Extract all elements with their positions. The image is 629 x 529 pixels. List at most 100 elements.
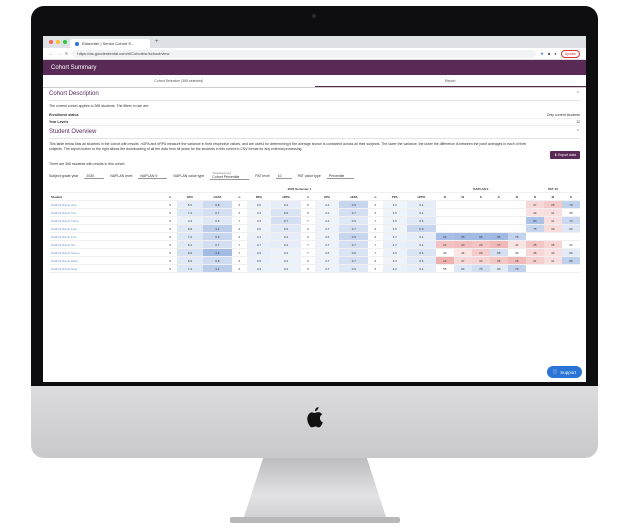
- filter-row: Year Levels 12: [49, 119, 580, 126]
- column-header[interactable]: nEPA: [339, 192, 369, 201]
- pat-level-label: PAT level: [255, 174, 270, 178]
- column-header[interactable]: RPA: [246, 192, 272, 201]
- table-cell: 7.0: [177, 232, 203, 241]
- table-cell: 63: [453, 264, 472, 273]
- table-cell: 7: [232, 248, 247, 257]
- column-header[interactable]: nRPA: [271, 192, 301, 201]
- column-header[interactable]: R: [525, 192, 544, 201]
- url-field[interactable]: https://as.gooderdental.com/rl/Cohort/sr…: [72, 49, 537, 58]
- column-header[interactable]: R: [435, 192, 454, 201]
- table-cell: 0.4: [271, 240, 301, 249]
- support-button[interactable]: ⓘ Support: [546, 366, 582, 378]
- table-cell: 5: [368, 264, 383, 273]
- student-name-link[interactable]: Student Name Four: [49, 224, 163, 233]
- table-cell: 3.3: [246, 216, 272, 225]
- favicon-icon: [75, 41, 79, 46]
- column-header[interactable]: n: [163, 192, 178, 201]
- table-cell: 6: [232, 232, 247, 241]
- column-header[interactable]: W: [453, 192, 472, 201]
- table-cell: 6: [163, 240, 178, 249]
- naplan-type-select[interactable]: Comparison type Cohort Percentile: [210, 172, 250, 180]
- export-data-button[interactable]: ⬇ Export data: [550, 151, 580, 159]
- table-cell: [507, 216, 526, 225]
- column-header[interactable]: nGPA: [202, 192, 233, 201]
- table-cell: 4.3: [246, 264, 272, 273]
- table-row: Student Name Nine 5 7.2 1.1 5 4.3 0.3 5 3.7 0.5 5 4…: [49, 264, 580, 273]
- table-cell: 3.2: [314, 208, 340, 217]
- student-name-link[interactable]: Student Name Nine: [49, 264, 163, 273]
- overview-description: This table below lists all students in t…: [49, 142, 527, 151]
- student-name-link[interactable]: Student Name Six: [49, 240, 163, 249]
- table-cell: 60: [489, 264, 508, 273]
- column-header[interactable]: Student: [49, 192, 163, 201]
- table-cell: 4.9: [246, 248, 272, 257]
- table-cell: 6: [300, 224, 315, 233]
- column-header[interactable]: G: [489, 192, 508, 201]
- table-cell: 26: [489, 256, 508, 265]
- camera: [312, 14, 316, 18]
- table-cell: 6: [300, 256, 315, 265]
- column-header[interactable]: N: [507, 192, 526, 201]
- cohort-description-header[interactable]: Cohort Description ⌃: [49, 88, 580, 101]
- chevron-up-icon[interactable]: ⌃: [576, 129, 580, 135]
- pat-type-select[interactable]: Percentile: [326, 174, 355, 179]
- table-cell: 0.3: [271, 256, 301, 265]
- student-name-link[interactable]: Student Name Two: [49, 208, 163, 217]
- column-header[interactable]: n: [232, 192, 247, 201]
- browser-tab[interactable]: Edmonter | Senior Cohort S...: [70, 39, 150, 48]
- table-cell: [507, 224, 526, 233]
- table-cell: 4.1: [246, 232, 272, 241]
- semester-header: 2020 Semester 1: [163, 185, 436, 193]
- reload-icon[interactable]: ↻: [65, 51, 68, 56]
- profile-icon[interactable]: ●: [554, 51, 556, 56]
- new-tab-button[interactable]: +: [155, 39, 159, 45]
- back-icon[interactable]: ←: [49, 51, 53, 56]
- forward-icon[interactable]: →: [57, 51, 61, 56]
- column-header[interactable]: n: [300, 192, 315, 201]
- maximize-window-button[interactable]: [63, 40, 67, 44]
- column-header[interactable]: n: [368, 192, 383, 201]
- star-icon[interactable]: ★: [540, 51, 544, 56]
- chevron-up-icon[interactable]: ⌃: [576, 91, 580, 97]
- table-cell: [489, 224, 508, 233]
- student-name-link[interactable]: Student Name Seven: [49, 248, 163, 257]
- table-cell: 7: [368, 248, 383, 257]
- column-header[interactable]: GPA: [177, 192, 203, 201]
- extension-icon[interactable]: ■: [548, 51, 550, 56]
- table-cell: 41: [543, 208, 562, 217]
- table-cell: 0.4: [406, 208, 436, 217]
- tab-report[interactable]: Report: [314, 75, 586, 87]
- table-cell: 7: [300, 248, 315, 257]
- table-cell: 0.5: [406, 216, 436, 225]
- table-cell: 0.8: [202, 200, 233, 209]
- tab-cohort-selection[interactable]: Cohort Selection (365 selected): [43, 75, 315, 87]
- column-header[interactable]: S: [471, 192, 490, 201]
- student-name-link[interactable]: Student Name Eight: [49, 256, 163, 265]
- student-count-text: There are 365 students with results in t…: [49, 162, 126, 166]
- column-header[interactable]: S: [561, 192, 580, 201]
- update-button[interactable]: Update: [560, 49, 580, 58]
- student-name-link[interactable]: Student Name One: [49, 200, 163, 209]
- address-bar-row: ← → ↻ https://as.gooderdental.com/rl/Coh…: [43, 48, 586, 60]
- pat-level-select[interactable]: 10: [275, 174, 292, 179]
- column-header[interactable]: nPPA: [406, 192, 436, 201]
- table-cell: 3.7: [314, 256, 340, 265]
- table-cell: [435, 208, 454, 217]
- close-window-button[interactable]: [49, 40, 53, 44]
- grade-year-label: Subject grade year: [49, 174, 79, 178]
- table-cell: 0.4: [271, 232, 301, 241]
- table-cell: 12: [435, 256, 454, 265]
- minimize-window-button[interactable]: [56, 40, 60, 44]
- student-name-link[interactable]: Student Name Three: [49, 216, 163, 225]
- student-table: 2020 Semester 1 NAPLAN 9 PAT 10 Student n…: [49, 185, 580, 273]
- naplan-level-select[interactable]: NAPLAN 9: [138, 174, 168, 179]
- student-overview-header[interactable]: Student Overview ⌃: [49, 126, 580, 139]
- column-header[interactable]: EPA: [314, 192, 340, 201]
- table-cell: 0.4: [406, 264, 436, 273]
- grade-year-select[interactable]: 2020: [84, 174, 105, 179]
- column-header[interactable]: PPA: [382, 192, 407, 201]
- table-cell: 6: [232, 256, 247, 265]
- column-header[interactable]: M: [543, 192, 562, 201]
- student-name-link[interactable]: Student Name Five: [49, 232, 163, 241]
- table-cell: 37: [453, 256, 472, 265]
